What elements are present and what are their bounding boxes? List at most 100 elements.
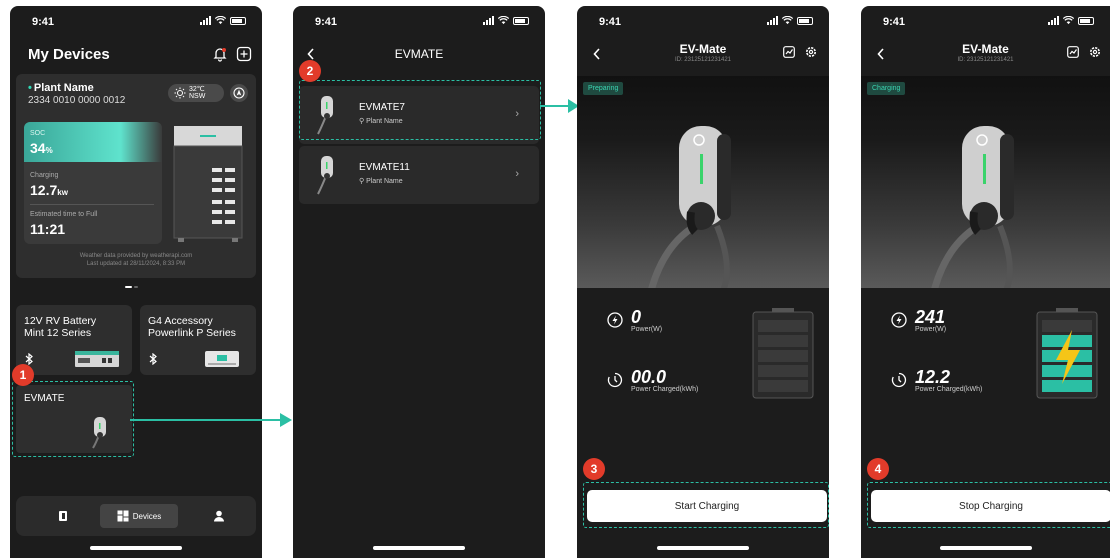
step-marker: 3 <box>583 458 605 480</box>
status-time: 9:41 <box>315 16 338 28</box>
chart-icon[interactable] <box>783 46 795 58</box>
charging-label: Charging <box>30 172 59 179</box>
bluetooth-icon <box>25 353 33 365</box>
plant-card[interactable]: • Plant Name 2334 0010 0000 0012 32℃ NSW S… <box>16 74 256 278</box>
timer-icon <box>607 372 623 388</box>
weather-region: NSW <box>189 93 206 100</box>
status-time: 9:41 <box>32 16 55 28</box>
navigate-icon[interactable] <box>230 84 248 102</box>
bluetooth-icon <box>149 353 157 365</box>
powerlink-product-image <box>205 351 239 367</box>
estimated-time-label: Estimated time to Full <box>30 211 98 218</box>
ev-charger-image <box>930 126 1014 288</box>
bell-icon[interactable] <box>212 46 228 62</box>
energy-label: Power Charged(kWh) <box>631 386 699 393</box>
status-time: 9:41 <box>883 16 906 28</box>
status-bar: 9:41 <box>861 6 1110 36</box>
ev-charger-image <box>648 126 731 288</box>
power-value: 241 <box>915 307 946 327</box>
inverter-battery-image <box>173 126 243 242</box>
add-device-icon[interactable] <box>236 46 252 62</box>
energy-metric: 00.0 Power Charged(kWh) <box>607 368 698 393</box>
device-location: ⚲ Plant Name <box>359 178 403 185</box>
grid-icon <box>117 510 129 522</box>
wifi-icon <box>782 16 793 25</box>
status-badge: Charging <box>867 82 906 95</box>
system-icons <box>1048 16 1094 25</box>
home-indicator <box>939 546 1032 550</box>
tab-devices-label: Devices <box>132 511 162 521</box>
weather-temp: 32℃ <box>189 86 205 93</box>
timer-icon <box>891 372 907 388</box>
user-icon <box>214 510 224 522</box>
signal-icon <box>483 16 494 25</box>
energy-label: Power Charged(kWh) <box>915 386 983 393</box>
battery-level-icon <box>752 308 814 399</box>
device-name: 12V RV Battery Mint 12 Series <box>24 315 97 339</box>
start-charging-button[interactable]: Start Charging <box>587 490 827 522</box>
system-icons <box>767 16 813 25</box>
device-card-g4-accessory[interactable]: G4 Accessory Powerlink P Series <box>140 305 256 375</box>
page-title: EVMATE <box>394 47 444 61</box>
battery-icon <box>513 17 529 25</box>
status-bar: 9:41 <box>293 6 545 36</box>
status-bar: 9:41 <box>10 6 262 36</box>
battery-product-image <box>75 351 119 367</box>
flow-arrow <box>130 413 292 427</box>
wifi-icon <box>498 16 509 25</box>
chevron-right-icon: › <box>515 168 519 180</box>
tab-home[interactable] <box>44 504 82 528</box>
tab-devices[interactable]: Devices <box>100 504 178 528</box>
sun-icon <box>174 87 186 99</box>
plant-stats: SOC 34% Charging 12.7kw Estimated time t… <box>24 122 162 244</box>
power-value: 0 <box>631 307 642 327</box>
battery-charging-icon <box>1036 308 1098 399</box>
gear-icon[interactable] <box>805 46 817 58</box>
power-metric: 241 Power(W) <box>891 308 946 333</box>
power-label: Power(W) <box>915 326 947 333</box>
status-bar: 9:41 <box>577 6 829 36</box>
phone-evmate-list: 9:41 EVMATE EVMATE7 ⚲ Plant Name › 2 EVM… <box>293 6 545 558</box>
wifi-icon <box>1063 16 1074 25</box>
chart-icon[interactable] <box>1067 46 1079 58</box>
power-metric: 0 Power(W) <box>607 308 662 333</box>
signal-icon <box>200 16 211 25</box>
home-indicator <box>373 546 465 550</box>
flow-arrow <box>540 99 579 113</box>
phone-ev-charging: 9:41 EV-Mate ID: 23125121231421 Charging… <box>861 6 1110 558</box>
highlight-evmate-card <box>12 381 134 457</box>
signal-icon <box>767 16 778 25</box>
lightning-icon <box>891 312 907 328</box>
phone-my-devices: 9:41 My Devices • Plant Name 2334 0010 00… <box>10 6 262 558</box>
energy-value: 12.2 <box>915 367 951 387</box>
divider <box>30 204 154 205</box>
step-marker: 1 <box>12 364 34 386</box>
plant-serial: 2334 0010 0000 0012 <box>28 95 126 106</box>
plant-name: • Plant Name <box>28 82 94 94</box>
weather-attribution: Weather data provided by weatherapi.com … <box>79 253 193 267</box>
battery-icon <box>230 17 246 25</box>
system-icons <box>200 16 246 25</box>
status-badge: Preparing <box>583 82 624 95</box>
step-marker: 2 <box>299 60 321 82</box>
phone-ev-preparing: 9:41 EV-Mate ID: 23125121231421 Preparin… <box>577 6 829 558</box>
power-label: Power(W) <box>631 326 663 333</box>
charger-hero <box>861 76 1110 288</box>
list-item-evmate11[interactable]: EVMATE11 ⚲ Plant Name › <box>299 146 539 204</box>
soc-value: 34% <box>30 140 53 156</box>
lightning-icon <box>607 312 623 328</box>
weather-badge: 32℃ NSW <box>168 84 224 102</box>
battery-icon <box>1078 17 1094 25</box>
stop-charging-button[interactable]: Stop Charging <box>871 490 1110 522</box>
battery-icon <box>797 17 813 25</box>
home-indicator <box>657 546 749 550</box>
device-name: EVMATE11 <box>359 162 410 173</box>
ev-charger-image <box>317 156 333 195</box>
tab-profile[interactable] <box>200 504 238 528</box>
energy-value: 00.0 <box>631 367 667 387</box>
page-title: My Devices <box>28 46 110 63</box>
gear-icon[interactable] <box>1089 46 1101 58</box>
device-card-rv-battery[interactable]: 12V RV Battery Mint 12 Series <box>16 305 132 375</box>
bottom-tab-bar: Devices <box>16 496 256 536</box>
device-name: G4 Accessory Powerlink P Series <box>148 315 236 339</box>
